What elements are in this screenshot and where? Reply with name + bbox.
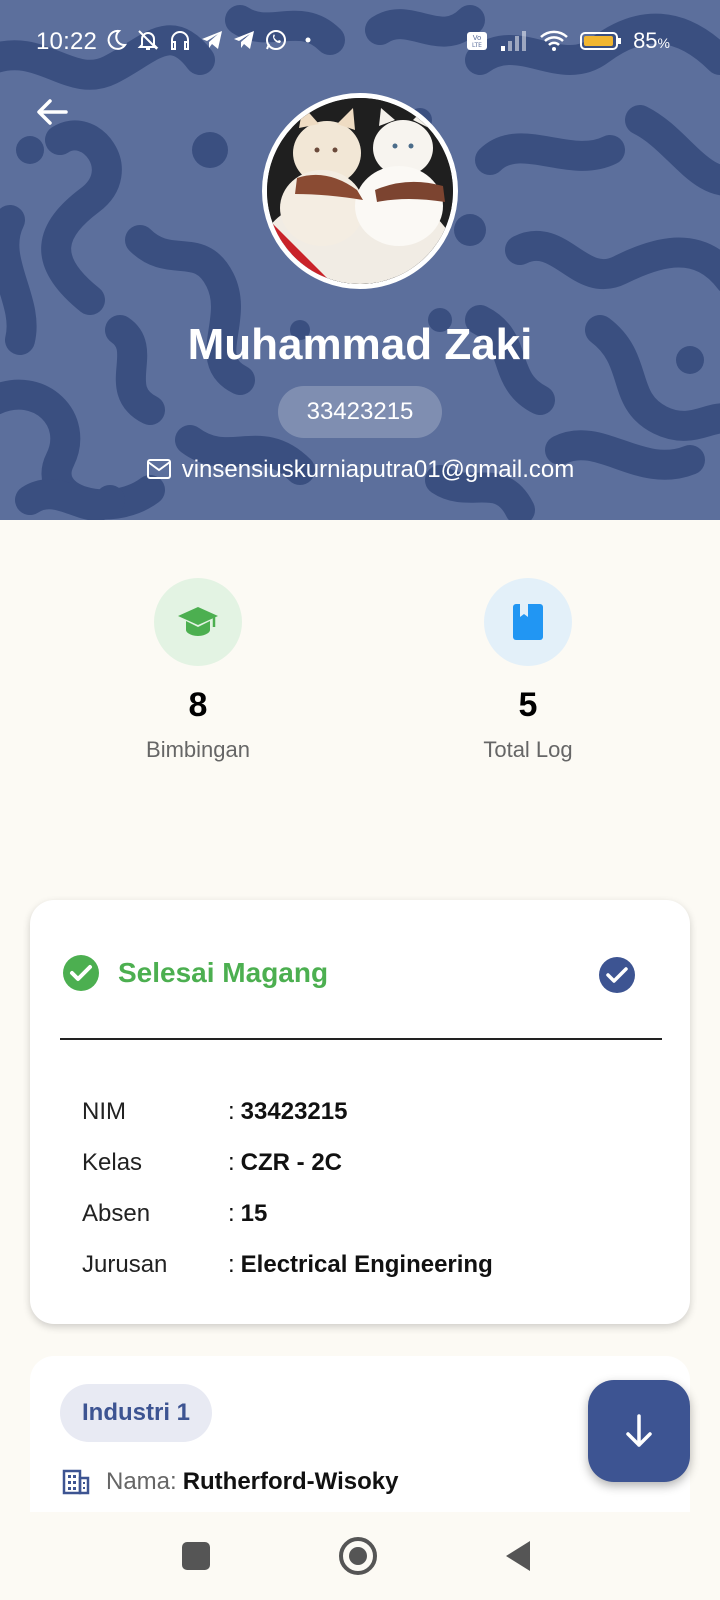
divider (60, 1038, 662, 1040)
building-icon (62, 1469, 90, 1495)
avatar[interactable] (262, 93, 458, 289)
stat-label: Bimbingan (146, 737, 250, 762)
battery-icon (580, 32, 622, 50)
stat-value: 8 (188, 686, 208, 724)
info-row-kelas: Kelas : CZR - 2C (82, 1137, 493, 1188)
internship-card: Selesai Magang NIM :33423215 Kelas : CZR … (30, 900, 690, 1324)
info-value: : Electrical Engineering (228, 1250, 493, 1278)
check-circle-icon (63, 955, 99, 991)
industry-name-label: Nama: (106, 1468, 177, 1495)
telegram-icon (202, 31, 222, 49)
scroll-down-button[interactable] (588, 1380, 690, 1482)
arrow-down-icon (626, 1414, 652, 1447)
nim-badge: 33423215 (278, 386, 442, 438)
industry-badge: Industri 1 (60, 1384, 213, 1442)
industry-name-value: Rutherford-Wisoky (182, 1468, 399, 1495)
info-key: NIM (82, 1097, 126, 1125)
internship-status: Selesai Magang (62, 954, 328, 992)
industry-name-row: Nama: Rutherford-Wisoky (62, 1468, 398, 1496)
info-value: :15 (228, 1199, 268, 1227)
info-row-nim: NIM :33423215 (82, 1086, 493, 1137)
volte-icon: VoLTE (467, 32, 488, 50)
stat-label: Total Log (483, 737, 573, 762)
info-value: : CZR - 2C (228, 1148, 343, 1176)
verified-check-icon (599, 957, 635, 993)
stat-value: 5 (518, 686, 538, 724)
info-value: :33423215 (228, 1097, 348, 1125)
info-key: Jurusan (82, 1250, 168, 1278)
system-nav-bar (0, 1512, 720, 1600)
dot-icon (305, 37, 311, 43)
back-triangle-icon[interactable] (496, 1532, 544, 1580)
graduation-cap-icon (178, 607, 218, 636)
whatsapp-icon (266, 30, 286, 50)
stat-icon-circle (484, 578, 572, 666)
bell-off-icon (137, 30, 159, 50)
stat-bimbingan[interactable]: 8 Bimbingan (78, 578, 318, 763)
email-row: vinsensiuskurniaputra01@gmail.com (0, 456, 720, 484)
wifi-icon (540, 30, 568, 51)
book-icon (513, 604, 543, 640)
moon-icon (107, 29, 128, 50)
recents-square-icon[interactable] (172, 1532, 220, 1580)
svg-text:Vo: Vo (473, 34, 482, 42)
battery-percent: 85% (633, 28, 670, 53)
telegram-icon (234, 31, 254, 49)
mail-icon (146, 459, 171, 479)
svg-text:LTE: LTE (472, 42, 482, 49)
status-text: Selesai Magang (118, 957, 329, 988)
stat-icon-circle (154, 578, 242, 666)
info-key: Absen (82, 1199, 151, 1227)
system-icons: Vo LTE 85% (465, 28, 670, 54)
info-row-jurusan: Jurusan : Electrical Engineering (82, 1239, 493, 1290)
signal-icon (501, 31, 527, 51)
back-arrow-icon[interactable] (32, 92, 72, 132)
home-circle-icon[interactable] (334, 1532, 382, 1580)
headset-icon (171, 31, 189, 50)
info-row-absen: Absen :15 (82, 1188, 493, 1239)
email-text: vinsensiuskurniaputra01@gmail.com (181, 456, 575, 483)
cat-photo-image (267, 98, 453, 284)
status-time: 10:22 (36, 28, 98, 55)
info-key: Kelas (82, 1148, 143, 1176)
profile-header: 10:22 Vo LTE 85% Muhammad Zaki 33423215 … (0, 0, 720, 520)
stat-total-log[interactable]: 5 Total Log (408, 578, 648, 763)
notification-icons (104, 28, 320, 52)
profile-name: Muhammad Zaki (187, 320, 533, 369)
status-bar: 10:22 Vo LTE 85% (0, 22, 720, 62)
internship-info-table: NIM :33423215 Kelas : CZR - 2C Absen :15 … (82, 1086, 493, 1290)
